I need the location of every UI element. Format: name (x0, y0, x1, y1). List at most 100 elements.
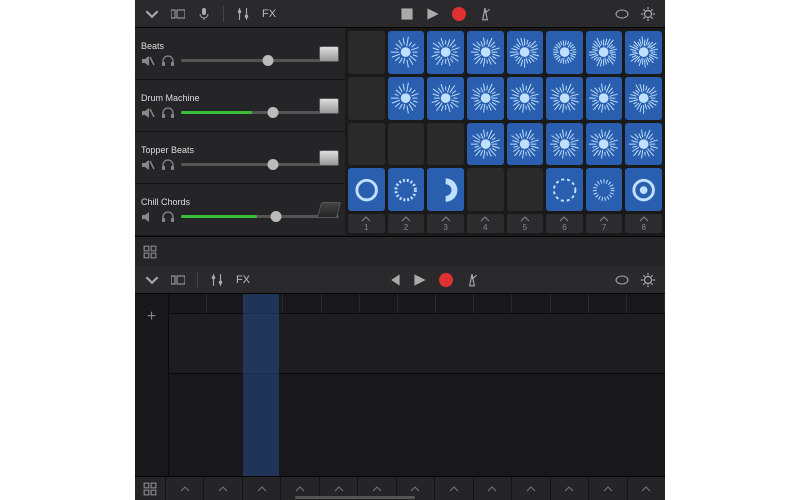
track-view-toggle[interactable] (167, 4, 189, 24)
volume-slider[interactable] (181, 111, 339, 114)
column-trigger[interactable]: 2 (388, 214, 425, 233)
view-dropdown[interactable] (141, 4, 163, 24)
loop-cell-empty[interactable] (507, 168, 544, 211)
loop-cell-empty[interactable] (427, 123, 464, 166)
metronome-icon[interactable] (474, 4, 496, 24)
loop-cell-filled[interactable] (625, 31, 662, 74)
loop-cell-filled[interactable] (546, 77, 583, 120)
loop-cell-filled[interactable] (586, 123, 623, 166)
column-trigger[interactable]: 1 (348, 214, 385, 233)
loop-cell-filled[interactable] (625, 168, 662, 211)
loop-cell-filled[interactable] (467, 123, 504, 166)
track-header[interactable]: Topper Beats (135, 132, 345, 184)
loop-cell-filled[interactable] (348, 168, 385, 211)
fx-button-2[interactable]: FX (232, 274, 254, 286)
loop-browser-icon[interactable] (611, 4, 633, 24)
loop-cell-filled[interactable] (388, 31, 425, 74)
loop-cell-filled[interactable] (586, 31, 623, 74)
loop-cell-filled[interactable] (507, 77, 544, 120)
stop-button[interactable] (396, 4, 418, 24)
loop-cell-empty[interactable] (388, 123, 425, 166)
loop-cell-filled[interactable] (586, 77, 623, 120)
volume-slider[interactable] (181, 215, 339, 218)
instrument-icon[interactable] (317, 202, 341, 218)
loop-cell-filled[interactable] (507, 123, 544, 166)
loop-cell-filled[interactable] (467, 31, 504, 74)
mute-icon[interactable] (141, 106, 155, 120)
loop-cell-filled[interactable] (546, 168, 583, 211)
track-list: Beats Drum Machine Topper Beats (135, 28, 345, 236)
loop-cell-filled[interactable] (388, 168, 425, 211)
footer-column-trigger[interactable] (203, 477, 241, 500)
timeline-body[interactable] (169, 294, 665, 476)
footer-column-trigger[interactable] (434, 477, 472, 500)
instrument-icon[interactable] (319, 98, 339, 114)
mute-icon[interactable] (141, 54, 155, 68)
headphones-icon[interactable] (161, 158, 175, 172)
loop-cell-filled[interactable] (427, 168, 464, 211)
loop-browser-icon-2[interactable] (611, 270, 633, 290)
loop-cell-empty[interactable] (348, 77, 385, 120)
play-button[interactable] (422, 4, 444, 24)
loop-cell-filled[interactable] (388, 77, 425, 120)
column-trigger[interactable]: 8 (625, 214, 662, 233)
column-trigger[interactable]: 4 (467, 214, 504, 233)
grid-toggle-icon[interactable] (143, 245, 157, 259)
loop-cell-filled[interactable] (507, 31, 544, 74)
footer-column-trigger[interactable] (242, 477, 280, 500)
metronome-icon-2[interactable] (461, 270, 483, 290)
headphones-icon[interactable] (161, 210, 175, 224)
rewind-button[interactable] (383, 270, 405, 290)
instrument-icon[interactable] (319, 46, 339, 62)
loop-cell-filled[interactable] (546, 123, 583, 166)
track-header[interactable]: Chill Chords (135, 184, 345, 236)
mixer-icon-2[interactable] (206, 270, 228, 290)
footer-column-trigger[interactable] (627, 477, 665, 500)
loop-cell-filled[interactable] (467, 77, 504, 120)
loop-cell-filled[interactable] (427, 77, 464, 120)
settings-icon[interactable] (637, 4, 659, 24)
mixer-icon[interactable] (232, 4, 254, 24)
instrument-icon[interactable] (319, 150, 339, 166)
fx-button[interactable]: FX (258, 8, 280, 20)
grid-toggle-icon-2[interactable] (135, 482, 165, 496)
loop-cell-empty[interactable] (467, 168, 504, 211)
headphones-icon[interactable] (161, 54, 175, 68)
column-trigger[interactable]: 6 (546, 214, 583, 233)
unmute-icon[interactable] (141, 210, 155, 224)
volume-slider[interactable] (181, 163, 339, 166)
add-track-button[interactable]: + (147, 308, 156, 326)
playhead[interactable] (243, 294, 279, 476)
loop-cell-filled[interactable] (625, 123, 662, 166)
loop-cell-filled[interactable] (625, 77, 662, 120)
loop-cell-filled[interactable] (427, 31, 464, 74)
footer-column-trigger[interactable] (165, 477, 203, 500)
footer-column-trigger[interactable] (511, 477, 549, 500)
track-view-toggle-2[interactable] (167, 270, 189, 290)
track-header[interactable]: Beats (135, 28, 345, 80)
column-trigger-bar: 1234 5 678 (345, 214, 665, 236)
loop-cell-empty[interactable] (348, 31, 385, 74)
footer-column-trigger[interactable] (588, 477, 626, 500)
view-dropdown-2[interactable] (141, 270, 163, 290)
loop-cell-filled[interactable] (546, 31, 583, 74)
column-trigger[interactable]: 3 (427, 214, 464, 233)
volume-slider[interactable] (181, 59, 339, 62)
footer-column-trigger[interactable] (473, 477, 511, 500)
record-button-2[interactable] (435, 270, 457, 290)
mute-icon[interactable] (141, 158, 155, 172)
headphones-icon[interactable] (161, 106, 175, 120)
column-trigger[interactable]: 5 (507, 214, 544, 233)
loop-cell-filled[interactable] (586, 168, 623, 211)
track-header[interactable]: Drum Machine (135, 80, 345, 132)
timeline: + (135, 294, 665, 476)
column-trigger[interactable]: 7 (586, 214, 623, 233)
loop-cell-empty[interactable] (348, 123, 385, 166)
scrollbar-horizontal[interactable] (295, 496, 415, 499)
record-button[interactable] (448, 4, 470, 24)
play-button-2[interactable] (409, 270, 431, 290)
settings-icon-2[interactable] (637, 270, 659, 290)
footer-column-trigger[interactable] (550, 477, 588, 500)
mic-icon[interactable] (193, 4, 215, 24)
column-number: 5 (523, 223, 527, 232)
